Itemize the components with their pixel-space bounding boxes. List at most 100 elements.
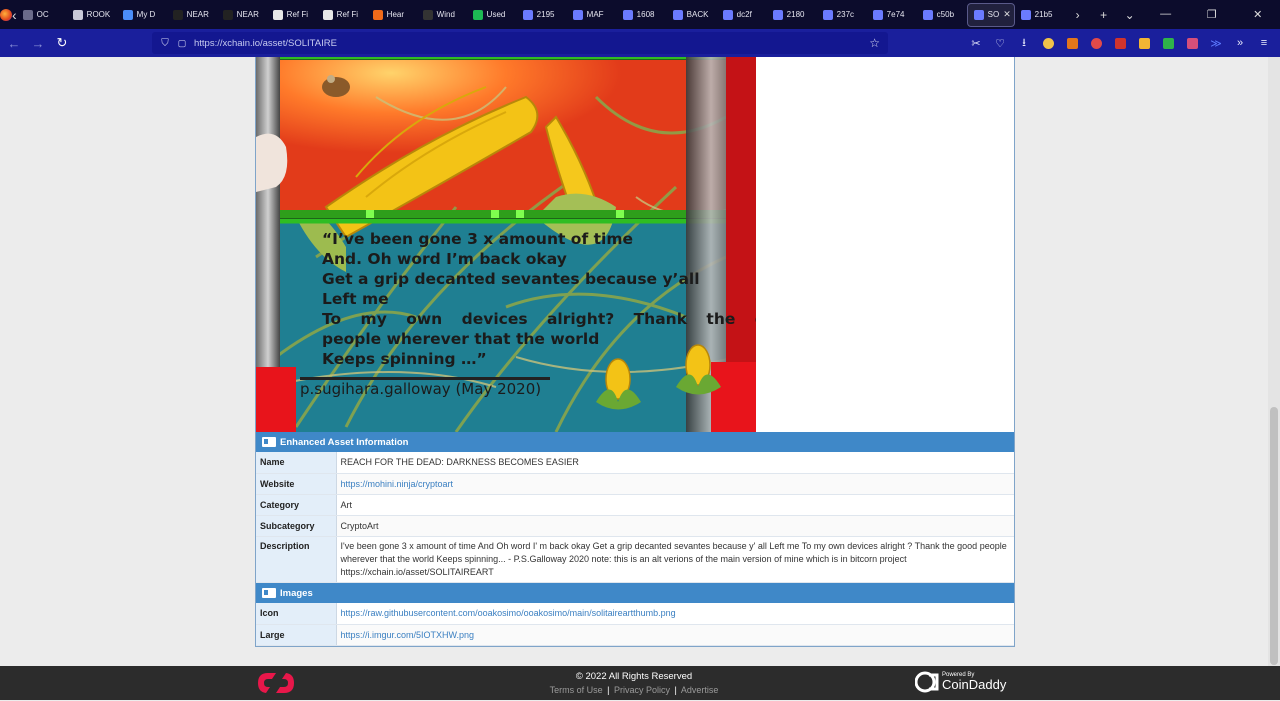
browser-tab[interactable]: 2195 [517,0,567,29]
forward-arrow-icon[interactable]: → [26,36,50,51]
browser-tab[interactable]: ROOK [67,0,117,29]
browser-tab[interactable]: 1608 [617,0,667,29]
browser-tab[interactable]: Used [467,0,517,29]
tab-label: Used [486,10,506,19]
reload-icon[interactable]: ↻ [50,35,74,51]
tab-favicon-icon [772,9,783,20]
tab-label: 1608 [636,10,655,19]
id-card-icon [262,437,276,447]
privacy-link[interactable]: Privacy Policy [614,685,670,695]
extension-icon[interactable] [1036,29,1060,57]
website-link[interactable]: https://mohini.ninja/cryptoart [336,473,1014,495]
poem-line: Get a grip decanted sevantes because y’a… [322,270,700,288]
tab-favicon-icon [1020,9,1031,20]
link-separator: | [607,685,610,695]
row-key: Large [256,624,337,646]
table-row: Large https://i.imgur.com/5IOTXHW.png [256,624,1014,646]
browser-tab[interactable]: NEAR [217,0,267,29]
artwork-signature: p.sugihara.galloway (May 2020) [300,377,550,398]
screenshot-icon[interactable]: ✂ [964,29,988,57]
tab-scroll-right-icon[interactable]: › [1065,8,1091,22]
browser-tab[interactable]: MAF [567,0,617,29]
browser-nav-bar: ← → ↻ ⛉ ▢ https://xchain.io/asset/SOLITA… [0,29,1280,57]
restore-icon[interactable]: ❐ [1189,8,1235,21]
url-text[interactable]: https://xchain.io/asset/SOLITAIRE [194,38,337,49]
tab-label: OC [36,10,49,19]
browser-tab[interactable]: Wind [417,0,467,29]
browser-tab[interactable]: Ref Fi [317,0,367,29]
link-separator: | [674,685,677,695]
tab-label: NEAR [186,10,209,19]
extension-icon[interactable] [1156,29,1180,57]
poem-line: “I’ve been gone 3 x amount of time [322,230,633,248]
tab-favicon-icon [722,9,733,20]
powered-by-brand[interactable]: Powered By CoinDaddy [915,671,1006,693]
bookmark-star-icon[interactable]: ☆ [869,36,880,50]
tab-favicon-icon [872,9,883,20]
table-row: Category Art [256,494,1014,516]
terms-link[interactable]: Terms of Use [550,685,603,695]
tab-label: 7e74 [886,10,905,19]
download-icon[interactable]: ⭳ [1012,29,1036,57]
row-key: Category [256,494,337,516]
scrollbar-thumb[interactable] [1270,407,1278,665]
menu-icon[interactable]: ≡ [1252,29,1276,57]
large-image-link[interactable]: https://i.imgur.com/5IOTXHW.png [336,624,1014,646]
metamask-icon[interactable] [1060,29,1084,57]
tab-label: Hear [386,10,405,19]
extension-icon[interactable]: ≫ [1204,29,1228,57]
tab-favicon-icon [172,9,183,20]
poem-line: Keeps spinning …” [322,350,487,368]
poem-line: people wherever that the world [322,330,600,348]
row-value: I've been gone 3 x amount of time And Oh… [336,536,1014,583]
browser-tab[interactable]: 2180 [767,0,817,29]
row-value: Art [336,494,1014,516]
minimize-icon[interactable]: — [1143,8,1189,21]
close-window-icon[interactable]: ✕ [1235,8,1280,21]
more-tools-icon[interactable]: » [1228,29,1252,57]
browser-tab[interactable]: c50b [917,0,967,29]
page-info-icon[interactable]: ▢ [174,38,190,49]
browser-tab[interactable]: Ref Fi [267,0,317,29]
tab-favicon-icon [272,9,283,20]
extension-icon[interactable] [1180,29,1204,57]
browser-tab[interactable]: dc2f [717,0,767,29]
pocket-icon[interactable]: ♡ [988,29,1012,57]
table-row: Description I've been gone 3 x amount of… [256,536,1014,583]
tab-label: Ref Fi [286,10,309,19]
tab-label: My D [136,10,156,19]
tab-favicon-icon [522,9,533,20]
extension-icon[interactable] [1108,29,1132,57]
advertise-link[interactable]: Advertise [681,685,719,695]
icon-link[interactable]: https://raw.githubusercontent.com/ooakos… [336,603,1014,625]
browser-tab[interactable]: Hear [367,0,417,29]
new-tab-icon[interactable]: + [1091,8,1117,22]
tab-favicon-icon [472,9,483,20]
browser-tab[interactable]: 7e74 [867,0,917,29]
shield-icon[interactable]: ⛉ [156,38,174,49]
extension-toolbar: ✂ ♡ ⭳ ≫ » ≡ [964,29,1276,57]
browser-tab[interactable]: BACK [667,0,717,29]
browser-tab[interactable]: NEAR [167,0,217,29]
tab-label: 2180 [786,10,805,19]
page-scrollbar[interactable] [1268,57,1280,700]
close-tab-icon[interactable]: ✕ [1003,9,1011,20]
tab-favicon-icon [322,9,333,20]
browser-tab[interactable]: OC [17,0,67,29]
browser-tab[interactable]: My D [117,0,167,29]
poem-line: Left me [322,290,389,308]
back-arrow-icon[interactable]: ← [2,36,26,51]
tab-label: c50b [936,10,955,19]
tab-list-icon[interactable]: ⌄ [1117,8,1143,22]
browser-tab[interactable]: 21b5 [1015,0,1065,29]
tab-label: Wind [436,10,455,19]
row-key: Description [256,536,337,583]
row-value: REACH FOR THE DEAD: DARKNESS BECOMES EAS… [336,452,1014,474]
address-bar[interactable]: ⛉ ▢ https://xchain.io/asset/SOLITAIRE ☆ [152,32,888,54]
browser-tab[interactable]: SO ✕ [966,2,1015,27]
tab-label: BACK [686,10,709,19]
browser-tab[interactable]: 237c [817,0,867,29]
extension-icon[interactable] [1132,29,1156,57]
firefox-icon[interactable] [0,0,12,29]
extension-icon[interactable] [1084,29,1108,57]
